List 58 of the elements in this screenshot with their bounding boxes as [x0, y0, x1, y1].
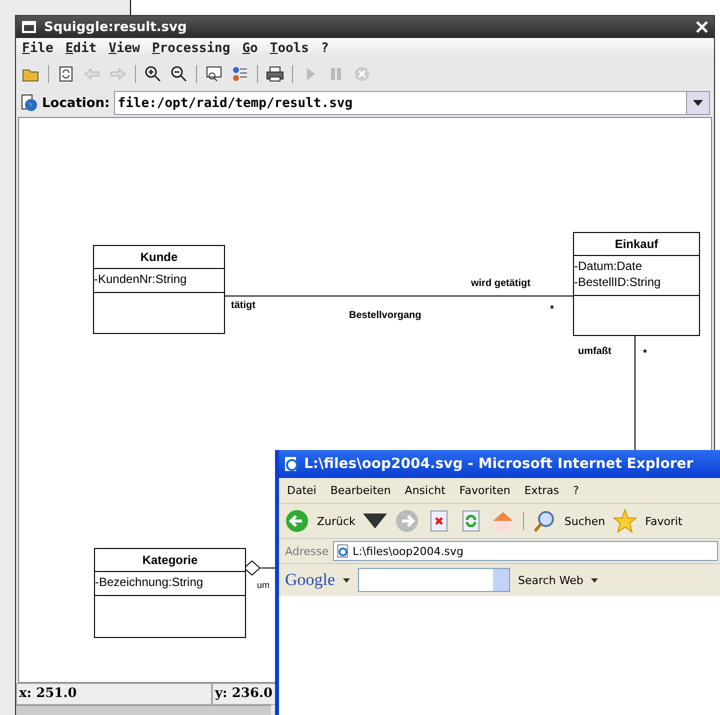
close-icon[interactable] — [694, 19, 710, 35]
class-name: Kunde — [94, 246, 224, 269]
association-label: * — [550, 304, 554, 315]
caret-icon[interactable] — [591, 578, 598, 582]
star-icon[interactable] — [613, 509, 638, 533]
zoom-in-icon[interactable] — [144, 65, 162, 83]
class-attribute: -Datum:Date — [574, 259, 644, 273]
menu-item[interactable]: Tools — [270, 41, 310, 56]
refresh-icon[interactable] — [57, 65, 75, 83]
menu-item[interactable]: Favoriten — [459, 484, 510, 497]
association-label: umfaßt — [578, 346, 612, 357]
menu-item[interactable]: Bearbeiten — [330, 484, 391, 497]
class-name: Einkauf — [574, 233, 699, 256]
class-attribute: -Bezeichnung:String — [95, 575, 204, 589]
location-label: Location: — [42, 96, 110, 110]
window-title: Squiggle:result.svg — [44, 20, 188, 34]
menu-item[interactable]: Edit — [65, 41, 97, 56]
association-label: wird getätigt — [471, 278, 530, 289]
association-label: * — [643, 348, 647, 359]
association-label: tätigt — [231, 300, 256, 311]
menu-item[interactable]: Processing — [152, 41, 230, 56]
caret-icon[interactable] — [343, 578, 350, 582]
class-attribute: -BestellID:String — [574, 275, 662, 289]
class-attribute: -KundenNr:String — [94, 272, 188, 286]
tree-icon[interactable] — [231, 65, 249, 83]
class-name: Kategorie — [95, 549, 245, 572]
association-label: Bestellvorgang — [349, 310, 422, 321]
window-title: L:\files\oop2004.svg - Microsoft Internet Explorer — [304, 456, 694, 472]
menu-item[interactable]: Go — [242, 41, 258, 56]
menu-item[interactable]: Datei — [287, 484, 316, 497]
menu-item[interactable]: View — [108, 41, 140, 56]
favorites-button[interactable]: Favorit — [645, 514, 682, 528]
dropdown-icon[interactable] — [693, 100, 703, 106]
search-button[interactable]: Suchen — [564, 514, 606, 528]
window-icon[interactable] — [22, 21, 36, 33]
globe-icon — [20, 94, 38, 112]
location-field[interactable]: file:/opt/raid/temp/result.svg — [114, 91, 710, 115]
search-web-button[interactable]: Search Web — [518, 574, 584, 586]
toolbar-logo[interactable]: Google — [285, 570, 336, 590]
back-button[interactable]: Zurück — [317, 514, 356, 528]
page-icon — [283, 456, 299, 472]
menu-item[interactable]: Ansicht — [404, 484, 446, 497]
menu-item[interactable]: Extras — [524, 484, 560, 497]
menu-item[interactable]: ? — [573, 484, 579, 497]
page-icon — [336, 544, 350, 558]
address-field[interactable]: L:\files\oop2004.svg — [332, 541, 718, 561]
scrollbar[interactable] — [16, 705, 271, 715]
association-label: um — [257, 580, 270, 590]
back-icon[interactable] — [285, 509, 309, 533]
search-icon[interactable] — [532, 509, 556, 533]
address-label: Adresse — [285, 544, 329, 558]
search-field[interactable] — [358, 568, 510, 592]
menu-item[interactable]: ? — [321, 41, 329, 56]
inspect-icon[interactable] — [205, 65, 223, 83]
print-icon[interactable] — [266, 65, 284, 83]
zoom-out-icon[interactable] — [170, 65, 188, 83]
x-coordinate: x: 251.0 — [16, 683, 212, 705]
menu-item[interactable]: File — [22, 41, 54, 56]
